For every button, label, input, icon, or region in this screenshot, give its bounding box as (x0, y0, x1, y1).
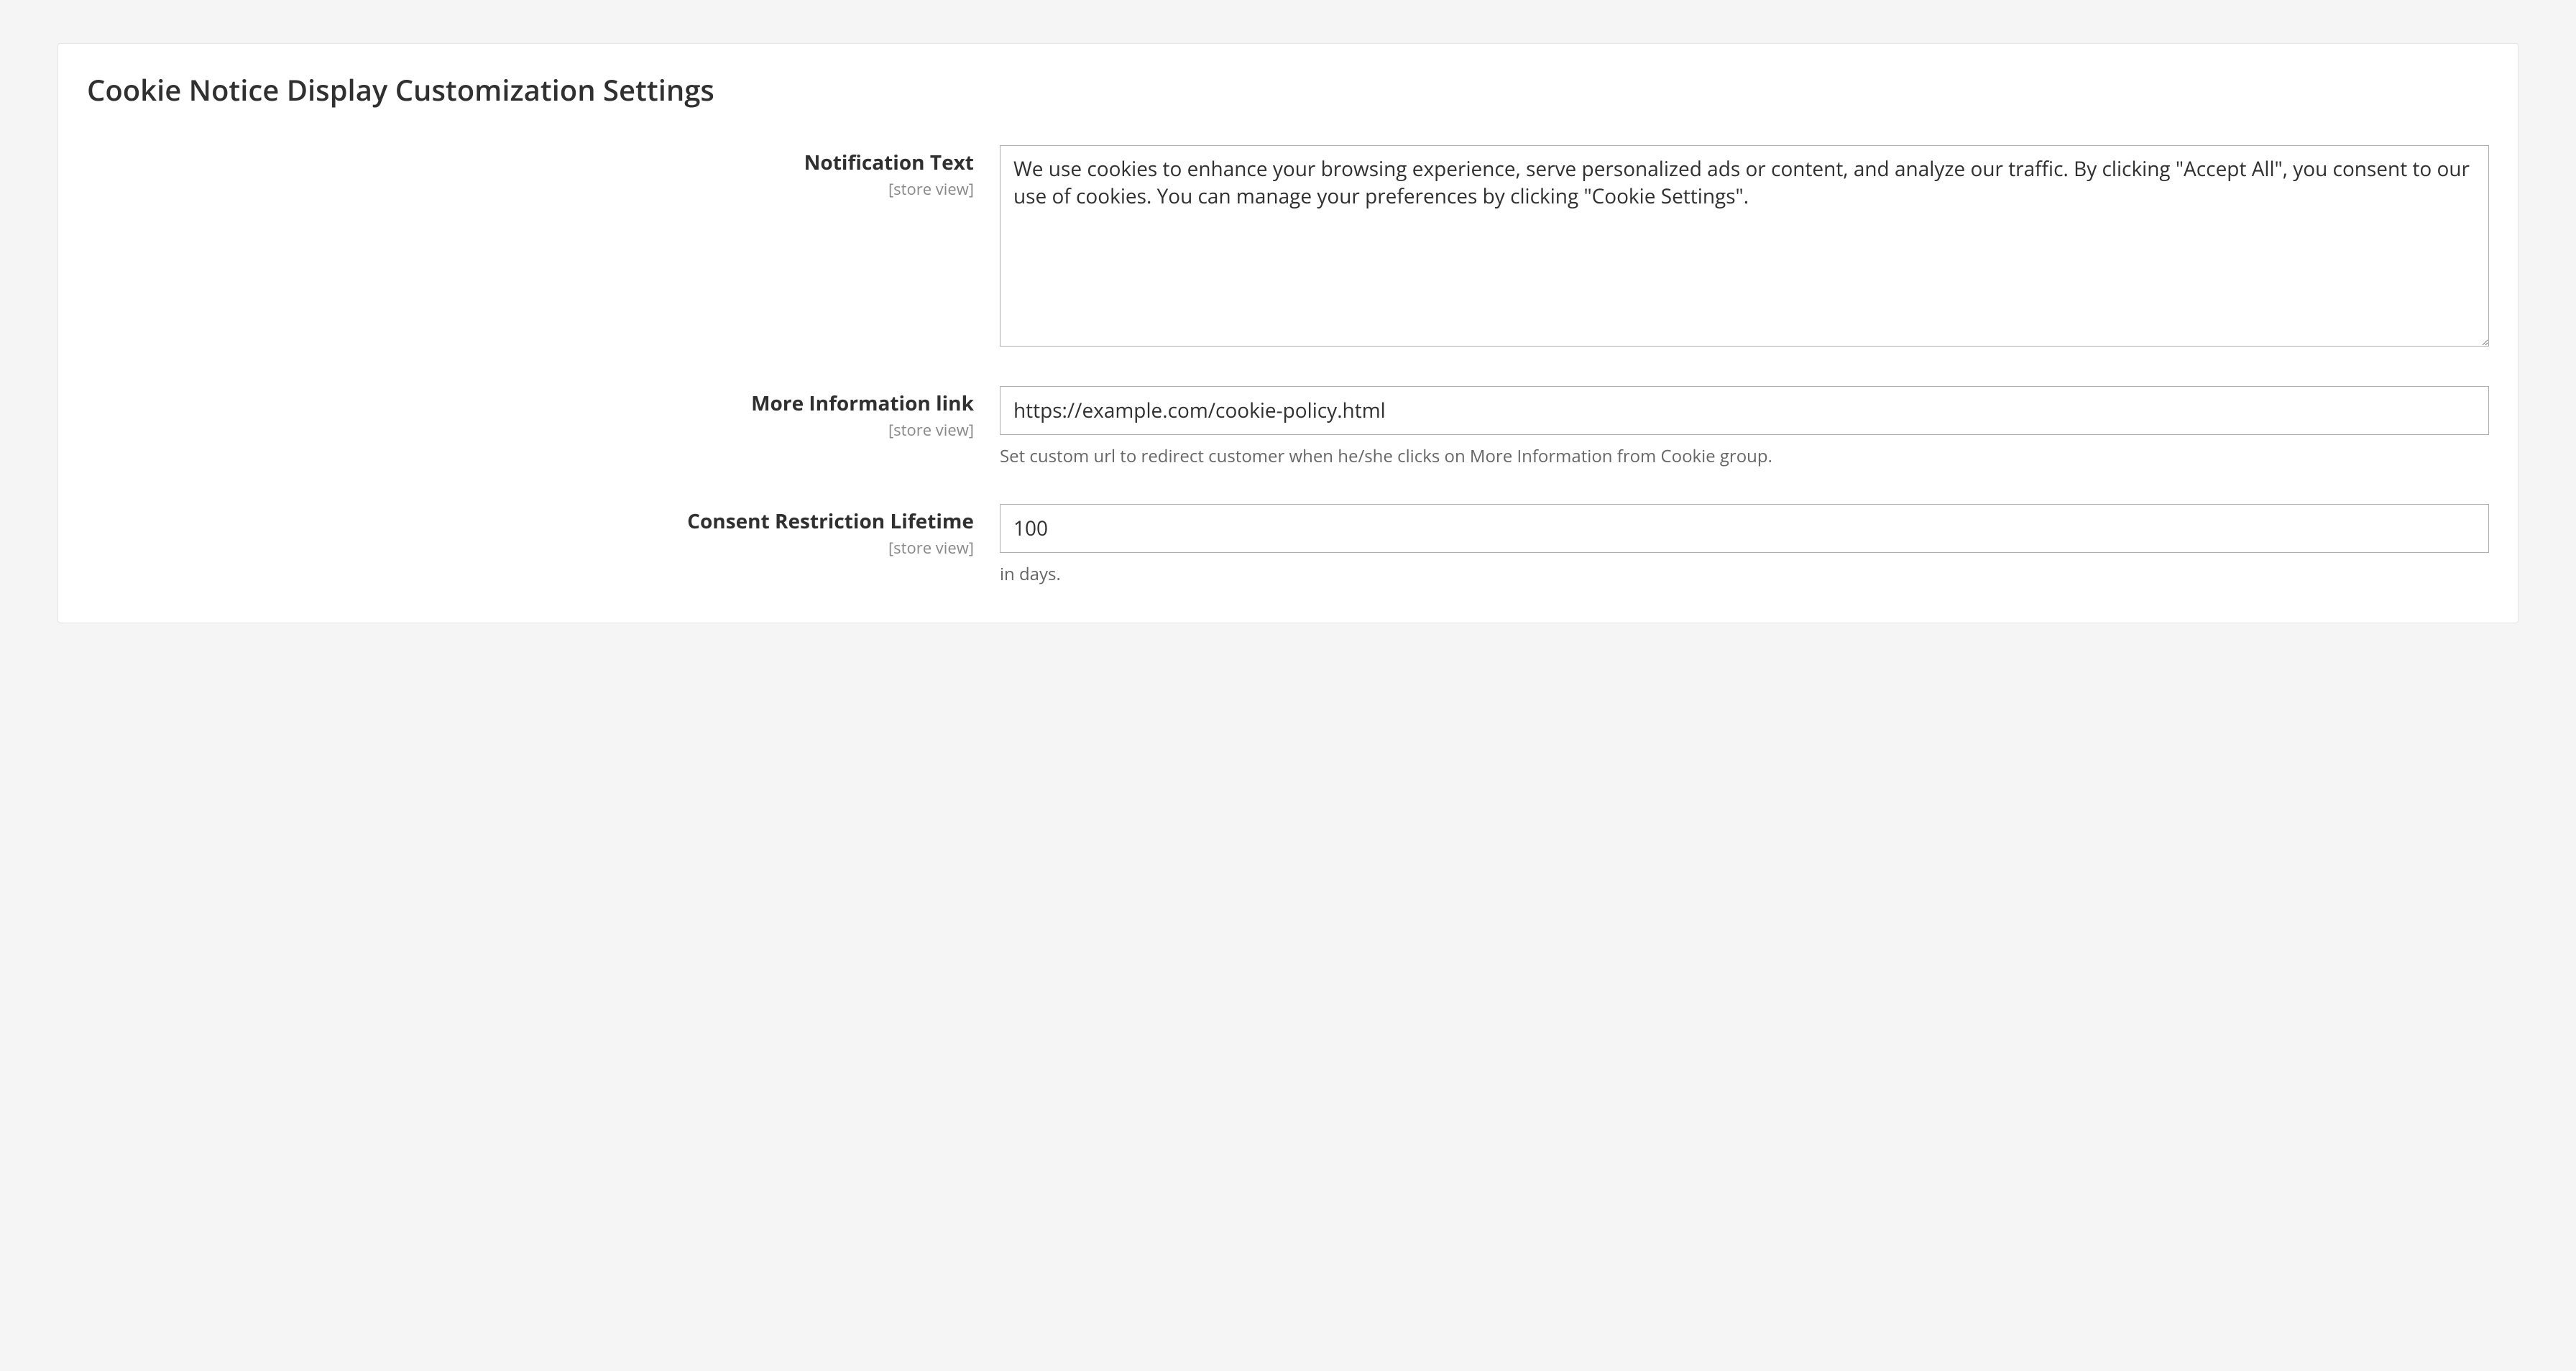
more-info-link-label: More Information link (87, 392, 974, 416)
consent-lifetime-input[interactable] (1000, 504, 2489, 553)
panel-title: Cookie Notice Display Customization Sett… (58, 44, 2518, 145)
more-info-link-note: Set custom url to redirect customer when… (1000, 445, 2489, 468)
scope-label: [store view] (87, 537, 974, 559)
input-column: in days. (1000, 504, 2489, 586)
input-column (1000, 145, 2489, 350)
notification-text-textarea[interactable] (1000, 145, 2489, 347)
field-row-consent-lifetime: Consent Restriction Lifetime [store view… (87, 504, 2489, 586)
label-column: Notification Text [store view] (87, 145, 1000, 200)
label-column: Consent Restriction Lifetime [store view… (87, 504, 1000, 559)
consent-lifetime-note: in days. (1000, 563, 2489, 586)
more-info-link-input[interactable] (1000, 386, 2489, 435)
field-row-notification-text: Notification Text [store view] (87, 145, 2489, 350)
settings-panel: Cookie Notice Display Customization Sett… (58, 43, 2518, 623)
consent-lifetime-label: Consent Restriction Lifetime (87, 510, 974, 534)
scope-label: [store view] (87, 419, 974, 441)
scope-label: [store view] (87, 178, 974, 200)
field-row-more-info-link: More Information link [store view] Set c… (87, 386, 2489, 468)
input-column: Set custom url to redirect customer when… (1000, 386, 2489, 468)
label-column: More Information link [store view] (87, 386, 1000, 441)
fieldset: Notification Text [store view] More Info… (58, 145, 2518, 623)
notification-text-label: Notification Text (87, 151, 974, 175)
